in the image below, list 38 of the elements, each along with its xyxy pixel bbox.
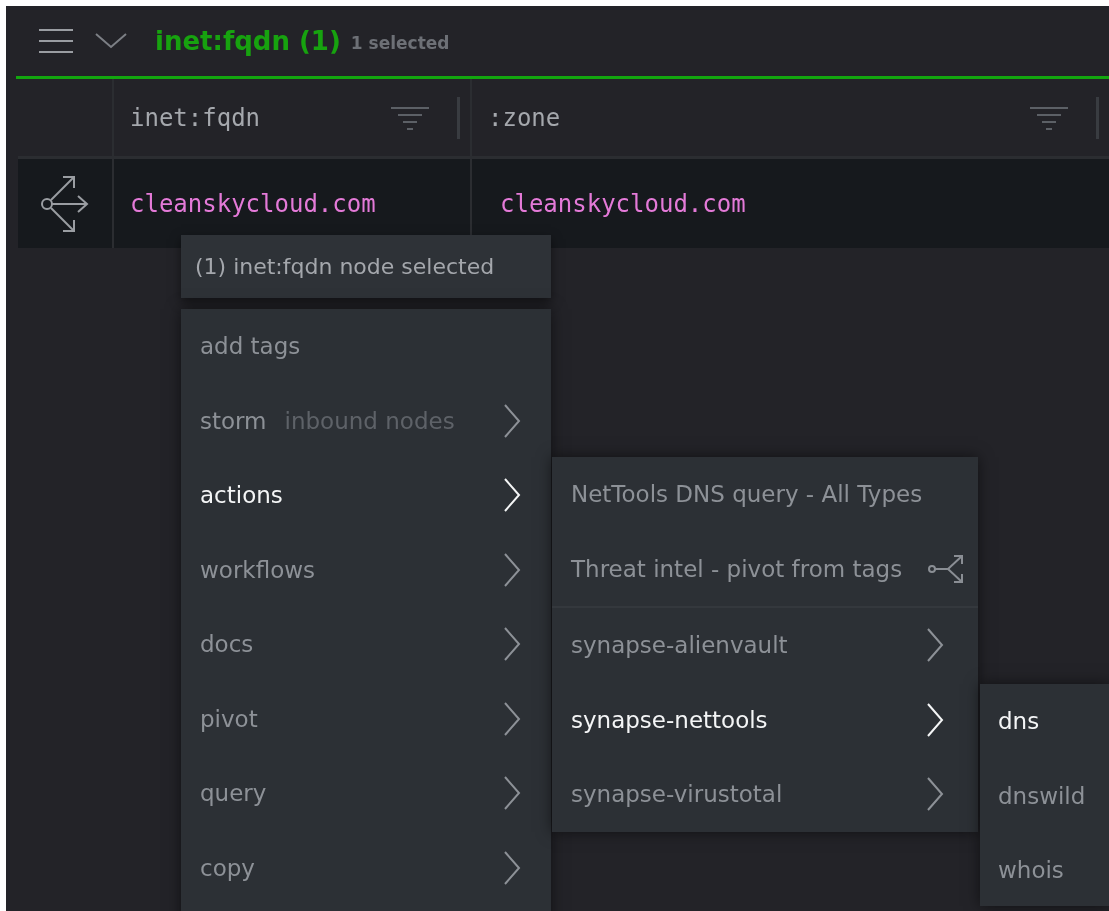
chevron-right-icon — [926, 627, 944, 664]
menu-item[interactable]: copy — [181, 830, 551, 905]
column-header[interactable]: inet:fqdn — [130, 103, 261, 132]
chevron-right-icon — [926, 701, 944, 738]
panel-title: inet:fqdn (1) — [155, 26, 341, 56]
filter-icon[interactable] — [391, 105, 429, 130]
chevron-right-icon — [503, 700, 521, 737]
chevron-down-icon[interactable] — [95, 32, 127, 50]
menu-item[interactable]: actions — [181, 458, 551, 533]
menu-item[interactable]: docs — [181, 607, 551, 682]
menu-title: (1) inet:fqdn node selected — [181, 235, 551, 298]
chevron-right-icon — [503, 551, 521, 588]
chevron-right-icon — [503, 849, 521, 886]
table-cell[interactable]: cleanskycloud.com — [500, 189, 746, 218]
menu-item[interactable]: NetTools DNS query - All Types — [552, 457, 978, 532]
chevron-right-icon — [503, 477, 521, 514]
menu-item[interactable]: query — [181, 756, 551, 831]
menu-item[interactable]: pivot — [181, 681, 551, 756]
menu-item[interactable]: Threat intel - pivot from tags — [552, 531, 978, 606]
menu-item[interactable]: synapse-alienvault — [552, 608, 978, 683]
menu-item[interactable]: synapse-nettools — [552, 682, 978, 757]
chevron-right-icon — [503, 626, 521, 663]
selection-count: 1 selected — [350, 33, 450, 53]
filter-icon[interactable] — [1030, 105, 1068, 130]
pivot-icon[interactable] — [41, 174, 89, 233]
menu-item[interactable]: dnswild — [980, 758, 1109, 833]
menu-item[interactable]: workflows — [181, 532, 551, 607]
chevron-right-icon — [503, 402, 521, 439]
chevron-right-icon — [503, 775, 521, 812]
menu-item[interactable]: add tags — [181, 309, 551, 384]
menu-item[interactable]: whois — [980, 833, 1109, 908]
menu-item[interactable]: synapse-virustotal — [552, 757, 978, 832]
column-header[interactable]: :zone — [488, 103, 561, 132]
table-cell[interactable]: cleanskycloud.com — [130, 189, 376, 218]
menu-icon[interactable] — [39, 28, 73, 54]
pivot-icon — [928, 553, 964, 584]
chevron-right-icon — [926, 776, 944, 813]
menu-item[interactable]: dns — [980, 684, 1109, 759]
